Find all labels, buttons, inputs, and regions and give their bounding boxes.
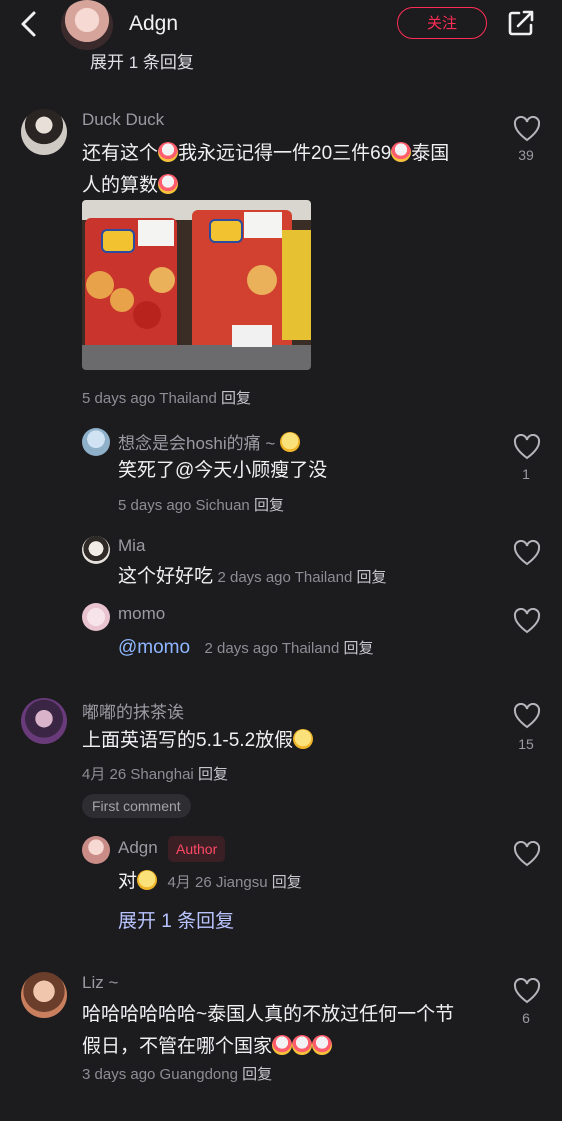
tiger-emoji-icon [280, 432, 301, 452]
like-count: 15 [518, 736, 534, 752]
crying-emoji-icon [158, 142, 179, 162]
avatar[interactable] [21, 698, 67, 744]
comment-username[interactable]: Liz ~ [82, 973, 118, 993]
reply-button[interactable]: 回复 [356, 569, 386, 586]
mention-link[interactable]: @momo [118, 637, 190, 658]
comment-text: 还有这个 我永远记得一件20三件69 泰国 人的算数 [82, 142, 450, 196]
comment-photo[interactable] [82, 200, 311, 370]
crying-emoji-icon [391, 142, 412, 162]
reply-button[interactable]: 回复 [221, 390, 251, 407]
avatar[interactable] [82, 428, 110, 456]
smirk-emoji-icon [293, 729, 314, 749]
comment-text: 这个好好吃 [118, 566, 214, 587]
comment-text: 上面英语写的5.1-5.2放假 [82, 725, 314, 757]
comment-username[interactable]: 嘟嘟的抹茶诶 [82, 698, 184, 723]
crying-emoji-icon [158, 174, 179, 194]
reply-button[interactable]: 回复 [198, 766, 228, 783]
comment-username[interactable]: momo [118, 604, 165, 624]
comment-line: @momo 2 days ago Thailand 回复 [118, 632, 374, 664]
heart-outline-icon[interactable] [513, 540, 541, 566]
top-bar: Adgn 关注 [0, 0, 562, 50]
reply-button[interactable]: 回复 [254, 497, 284, 514]
avatar[interactable] [82, 836, 110, 864]
chevron-left-icon[interactable] [14, 8, 44, 40]
heart-outline-icon[interactable] [513, 841, 541, 867]
avatar[interactable] [61, 0, 113, 50]
heart-outline-icon[interactable] [513, 434, 541, 460]
comment-meta: 5 days ago Thailand 回复 [82, 390, 252, 407]
like-count: 1 [522, 466, 530, 482]
avatar[interactable] [21, 109, 67, 155]
heart-outline-icon[interactable] [513, 703, 541, 729]
comment-line: 这个好好吃 2 days ago Thailand 回复 [118, 561, 386, 593]
crying-emoji-icon [312, 1035, 333, 1055]
reply-button[interactable]: 回复 [344, 640, 374, 657]
comment-username[interactable]: Duck Duck [82, 110, 164, 130]
heart-outline-icon[interactable] [513, 978, 541, 1004]
avatar[interactable] [21, 972, 67, 1018]
reply-button[interactable]: 回复 [242, 1066, 272, 1083]
comment-username[interactable]: Adgn [118, 838, 158, 858]
smirk-emoji-icon [137, 870, 158, 890]
comment-text: 哈哈哈哈哈哈~泰国人真的不放过任何一个节 假日，不管在哪个国家 [82, 1004, 455, 1057]
follow-button[interactable]: 关注 [397, 7, 487, 39]
comment-meta: 2 days ago Thailand 回复 [204, 640, 374, 657]
crying-emoji-icon [292, 1035, 313, 1055]
comment-meta: 4月 26 Shanghai 回复 [82, 766, 228, 783]
comment-text: 对 [118, 871, 138, 892]
comment-username[interactable]: 想念是会hoshi的痛 ~ [118, 429, 301, 454]
comment-username[interactable]: Mia [118, 536, 145, 556]
expand-replies-partial[interactable]: 展开 1 条回复 [90, 48, 194, 73]
like-count: 39 [518, 147, 534, 163]
expand-replies-button[interactable]: 展开 1 条回复 [118, 906, 234, 933]
like-count: 6 [522, 1010, 530, 1026]
reply-button[interactable]: 回复 [272, 874, 302, 891]
comment-meta: 4月 26 Jiangsu 回复 [167, 874, 302, 891]
author-name[interactable]: Adgn [129, 12, 178, 36]
avatar[interactable] [82, 536, 110, 564]
heart-outline-icon[interactable] [513, 116, 541, 142]
heart-outline-icon[interactable] [513, 608, 541, 634]
comment-line: 对 4月 26 Jiangsu 回复 [118, 866, 302, 898]
comment-meta: 2 days ago Thailand 回复 [217, 569, 387, 586]
author-badge: Author [168, 836, 226, 862]
avatar[interactable] [82, 603, 110, 631]
share-icon[interactable] [507, 9, 535, 37]
comment-meta: 3 days ago Guangdong 回复 [82, 1066, 273, 1083]
comment-meta: 5 days ago Sichuan 回复 [118, 497, 284, 514]
first-comment-badge: First comment [82, 794, 191, 818]
comment-text: 笑死了@今天小顾瘦了没 [118, 460, 328, 481]
crying-emoji-icon [272, 1035, 293, 1055]
